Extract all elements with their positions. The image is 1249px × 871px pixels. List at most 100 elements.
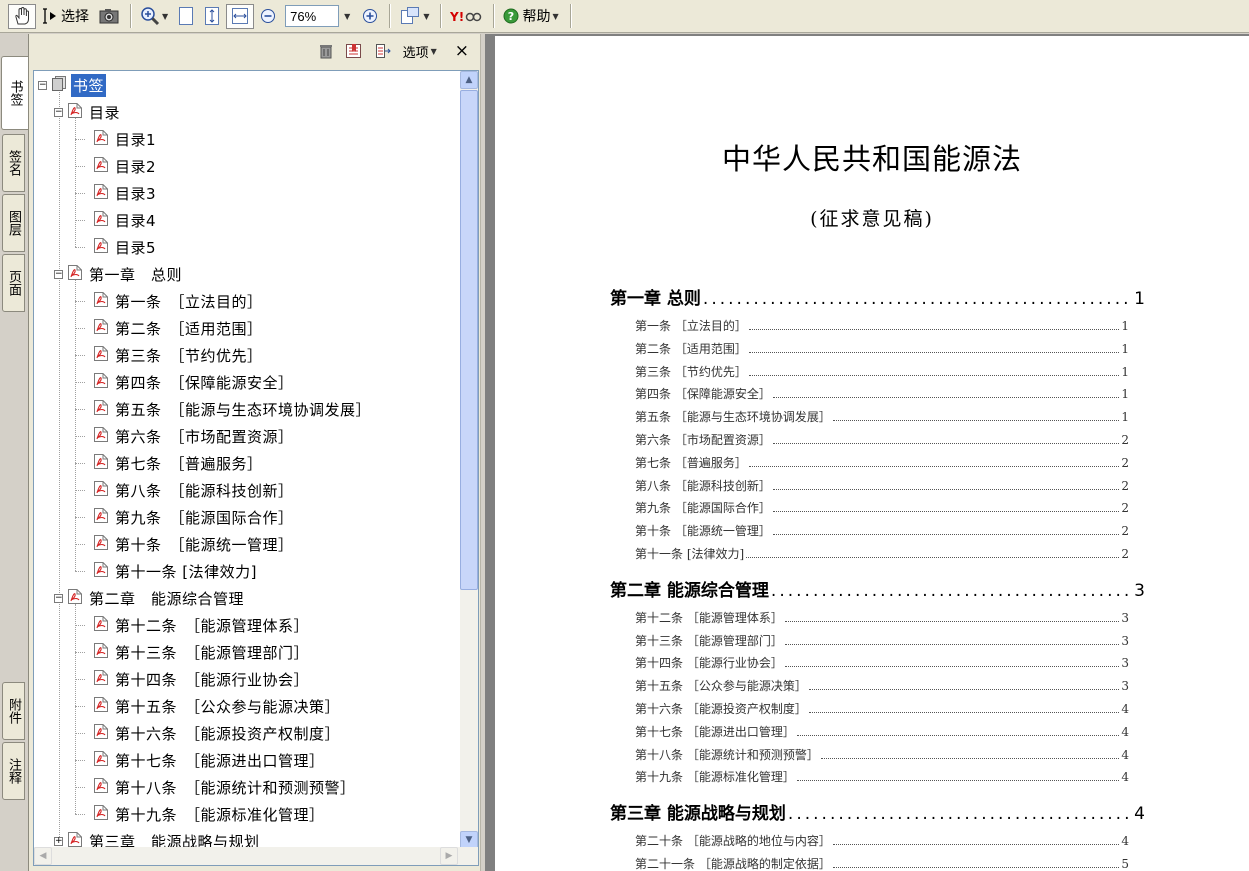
new-bookmark-button[interactable] [345, 43, 363, 59]
bookmark-item[interactable]: 第十五条 ［公众参与能源决策］ [80, 694, 342, 718]
snapshot-button[interactable] [95, 4, 123, 29]
bookmark-item[interactable]: 第三条 ［节约优先］ [80, 343, 265, 367]
tab-signatures[interactable]: 签名 [2, 134, 25, 192]
bookmark-label: 第一条 ［立法目的］ [115, 292, 263, 311]
bookmark-item[interactable]: 目录3 [80, 181, 158, 205]
bookmark-item[interactable]: 第十九条 ［能源标准化管理］ [80, 802, 327, 826]
toc-article-entry[interactable]: 第六条 ［市场配置资源］ 2 [635, 431, 1129, 448]
bookmark-label: 第十六条 ［能源投资产权制度］ [115, 724, 341, 743]
toc-article-entry[interactable]: 第八条 ［能源科技创新］ 2 [635, 477, 1129, 494]
toc-article-entry[interactable]: 第二十条 ［能源战略的地位与内容］ 4 [635, 832, 1129, 849]
toc-article-entry[interactable]: 第二条 ［适用范围］ 1 [635, 340, 1129, 357]
bookmark-chapter[interactable]: + 第三章 能源战略与规划 [54, 829, 262, 849]
toc-article-entry[interactable]: 第十八条 ［能源统计和预测预警］ 4 [635, 746, 1129, 763]
hand-tool-button[interactable] [8, 3, 36, 29]
bookmark-item[interactable]: 第一条 ［立法目的］ [80, 289, 265, 313]
scroll-thumb[interactable] [460, 90, 478, 590]
tab-comments[interactable]: 注释 [2, 742, 25, 800]
bookmark-item[interactable]: 第四条 ［保障能源安全］ [80, 370, 296, 394]
tab-layers[interactable]: 图层 [2, 194, 25, 252]
bookmark-chapter[interactable]: − 第二章 能源综合管理 [54, 586, 246, 610]
bookmark-item[interactable]: 目录2 [80, 154, 158, 178]
fit-page-button[interactable] [200, 4, 224, 29]
tab-bookmarks[interactable]: 书签 [1, 56, 28, 130]
bookmark-item[interactable]: 第十二条 ［能源管理体系］ [80, 613, 311, 637]
expand-icon[interactable]: + [54, 836, 63, 846]
select-tool-button[interactable]: 选择 [38, 4, 93, 29]
rotate-view-button[interactable]: ▼ [395, 4, 433, 29]
toc-article-entry[interactable]: 第十条 ［能源统一管理］ 2 [635, 522, 1129, 539]
bookmark-item[interactable]: 第十一条 [法律效力] [80, 559, 259, 583]
toc-article-entry[interactable]: 第十五条 ［公众参与能源决策］ 3 [635, 677, 1129, 694]
bookmark-root[interactable]: − 书签 [38, 73, 107, 97]
bookmark-item[interactable]: 第十六条 ［能源投资产权制度］ [80, 721, 342, 745]
bookmark-item[interactable]: 目录4 [80, 208, 158, 232]
bookmark-item[interactable]: 第八条 ［能源科技创新］ [80, 478, 296, 502]
options-menu-button[interactable]: 选项 ▼ [403, 42, 437, 61]
close-panel-button[interactable]: × [455, 41, 469, 61]
help-button[interactable]: ? 帮助 ▼ [499, 4, 562, 29]
bookmark-label: 第五条 ［能源与生态环境协调发展］ [115, 400, 372, 419]
scroll-up-button[interactable]: ▲ [460, 71, 478, 89]
collapse-icon[interactable]: − [54, 593, 63, 603]
fit-width-button[interactable] [226, 3, 255, 29]
zoom-in-button[interactable] [358, 4, 382, 29]
toc-article-entry[interactable]: 第十四条 ［能源行业协会］ 3 [635, 654, 1129, 671]
tab-attachments[interactable]: 附件 [2, 682, 25, 740]
yahoo-search-button[interactable]: Y! [446, 4, 486, 29]
bookmark-item[interactable]: 第五条 ［能源与生态环境协调发展］ [80, 397, 373, 421]
tab-pages[interactable]: 页面 [2, 254, 25, 312]
document-view[interactable]: 中华人民共和国能源法 (征求意见稿) 第一章 总则...............… [485, 34, 1249, 871]
toc-chapter-entry[interactable]: 第三章 能源战略与规划.............................… [610, 799, 1145, 824]
collapse-icon[interactable]: − [54, 269, 63, 279]
bookmark-item[interactable]: 第十条 ［能源统一管理］ [80, 532, 296, 556]
toc-page-number: 1 [1121, 387, 1129, 402]
bookmark-item[interactable]: 第九条 ［能源国际合作］ [80, 505, 296, 529]
toc-article-entry[interactable]: 第一条 ［立法目的］ 1 [635, 317, 1129, 334]
bookmark-item[interactable]: 目录5 [80, 235, 158, 259]
toc-article-entry[interactable]: 第十九条 ［能源标准化管理］ 4 [635, 768, 1129, 785]
scroll-left-button[interactable]: ◀ [34, 847, 52, 865]
bookmark-item[interactable]: 第十八条 ［能源统计和预测预警］ [80, 775, 358, 799]
expand-bookmark-button[interactable] [375, 43, 391, 59]
zoom-level-input[interactable] [285, 5, 340, 27]
toc-article-entry[interactable]: 第七条 ［普遍服务］ 2 [635, 454, 1129, 471]
bookmark-item[interactable]: 目录1 [80, 127, 158, 151]
actual-size-button[interactable] [174, 4, 198, 29]
zoom-in-tool-button[interactable]: ▼ [136, 4, 172, 29]
toc-chapter-entry[interactable]: 第一章 总则..................................… [610, 284, 1145, 309]
toc-article-entry[interactable]: 第五条 ［能源与生态环境协调发展］ 1 [635, 408, 1129, 425]
collapse-icon[interactable]: − [54, 107, 63, 117]
toc-article-entry[interactable]: 第十二条 ［能源管理体系］ 3 [635, 609, 1129, 626]
bookmark-page-icon [93, 642, 109, 663]
bookmark-item[interactable]: 第二条 ［适用范围］ [80, 316, 265, 340]
toc-article-entry[interactable]: 第十一条 [法律效力] 2 [635, 545, 1129, 562]
toc-article-entry[interactable]: 第四条 ［保障能源安全］ 1 [635, 385, 1129, 402]
toc-page-number: 4 [1121, 770, 1129, 785]
zoom-out-button[interactable] [256, 4, 280, 29]
toc-article-entry[interactable]: 第三条 ［节约优先］ 1 [635, 363, 1129, 380]
bookmark-item[interactable]: 第十四条 ［能源行业协会］ [80, 667, 311, 691]
toc-article-entry[interactable]: 第二十一条 ［能源战略的制定依据］ 5 [635, 855, 1129, 871]
toc-article-entry[interactable]: 第九条 ［能源国际合作］ 2 [635, 499, 1129, 516]
bookmark-chapter[interactable]: − 目录 [54, 100, 122, 124]
vertical-scrollbar[interactable]: ▲ ▼ [460, 71, 478, 849]
collapse-icon[interactable]: − [38, 80, 47, 90]
toc-article-entry[interactable]: 第十三条 ［能源管理部门］ 3 [635, 632, 1129, 649]
toc-article-entry[interactable]: 第十六条 ［能源投资产权制度］ 4 [635, 700, 1129, 717]
zoom-dropdown-icon[interactable]: ▼ [344, 12, 350, 21]
bookmark-page-icon [93, 237, 109, 258]
bookmark-item[interactable]: 第六条 ［市场配置资源］ [80, 424, 296, 448]
bookmark-page-icon [93, 318, 109, 339]
bookmark-chapter[interactable]: − 第一章 总则 [54, 262, 184, 286]
camera-icon [99, 9, 119, 24]
bookmark-tree-frame: − 书签 − 目录目录1 目录2 目录3 目录4 目录5 − 第一章 总则第一条 ［立法目的］ 第二… [33, 70, 479, 866]
bookmark-item[interactable]: 第十三条 ［能源管理部门］ [80, 640, 311, 664]
bookmark-item[interactable]: 第七条 ［普遍服务］ [80, 451, 265, 475]
toc-article-entry[interactable]: 第十七条 ［能源进出口管理］ 4 [635, 723, 1129, 740]
bookmark-item[interactable]: 第十七条 ［能源进出口管理］ [80, 748, 327, 772]
horizontal-scrollbar[interactable]: ◀ ▶ [34, 847, 478, 865]
toc-chapter-entry[interactable]: 第二章 能源综合管理..............................… [610, 576, 1145, 601]
scroll-right-button[interactable]: ▶ [440, 847, 458, 865]
delete-bookmark-button[interactable] [319, 43, 333, 59]
